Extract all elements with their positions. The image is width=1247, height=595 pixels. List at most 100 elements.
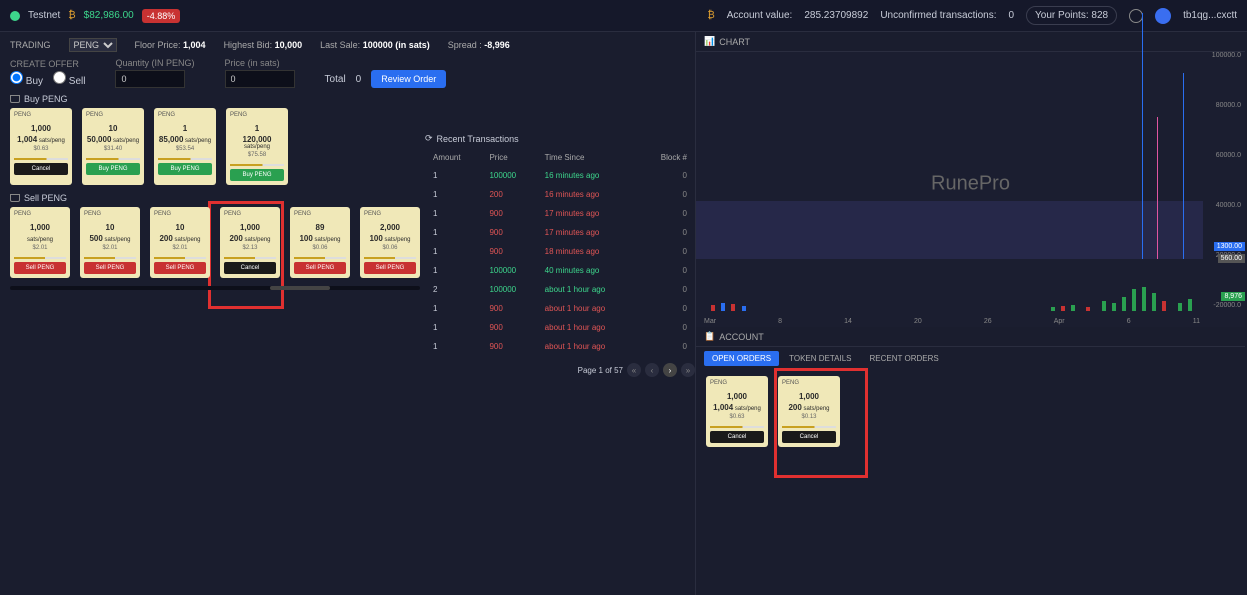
card-action-button[interactable]: Cancel (710, 431, 764, 443)
card-rate: 1,004 sats/peng (14, 135, 68, 144)
card-action-button[interactable]: Sell PENG (84, 262, 136, 274)
card-usd: $2.01 (84, 245, 136, 251)
stats-row: TRADING PENG Floor Price: 1,004 Highest … (10, 38, 685, 52)
tx-row[interactable]: 1900about 1 hour ago0 (427, 319, 693, 336)
y-axis: 100000.080000.060000.040000.020000.0-200… (1212, 52, 1241, 309)
card-action-button[interactable]: Cancel (782, 431, 836, 443)
card-usd: $0.13 (782, 414, 836, 420)
trading-label: TRADING (10, 40, 51, 50)
buy-section-header: Buy PENG (10, 94, 685, 104)
card-usd: $75.58 (230, 152, 284, 158)
create-offer-label: CREATE OFFER (10, 59, 85, 69)
total-label: Total (325, 74, 346, 85)
balance: $82,986.00 (84, 10, 134, 21)
card-ticker: PENG (710, 380, 764, 386)
account-header: 📋 ACCOUNT (696, 327, 1245, 347)
chart-area[interactable]: RunePro 100000.080000.060000.040000.0200… (696, 52, 1245, 327)
card-ticker: PENG (154, 211, 206, 217)
network-label: Testnet (28, 10, 60, 21)
card-ticker: PENG (14, 112, 68, 118)
tx-row[interactable]: 120016 minutes ago0 (427, 186, 693, 203)
page-last-button[interactable]: » (681, 363, 695, 377)
tx-row[interactable]: 2100000about 1 hour ago0 (427, 281, 693, 298)
review-order-button[interactable]: Review Order (371, 70, 446, 88)
sell-scrollbar[interactable] (10, 286, 420, 290)
volume-bar (731, 304, 735, 311)
account-value-label: Account value: (727, 10, 793, 21)
page-first-button[interactable]: « (627, 363, 641, 377)
avatar-icon[interactable] (1155, 8, 1171, 24)
card-amount: 10 (154, 223, 206, 232)
card-action-button[interactable]: Sell PENG (154, 262, 206, 274)
card-action-button[interactable]: Buy PENG (230, 169, 284, 181)
card-action-button[interactable]: Cancel (224, 262, 276, 274)
volume-bar (1102, 301, 1106, 311)
volume-bar (1061, 306, 1065, 311)
order-card: PENG 1,000 sats/peng $2.01 Sell PENG (10, 207, 70, 278)
card-rate: 120,000 sats/peng (230, 135, 284, 150)
volume-bar (1051, 307, 1055, 311)
buy-radio[interactable]: Buy (10, 71, 43, 87)
volume-bar (1142, 287, 1146, 311)
recent-transactions-panel: ⟳ Recent Transactions Amount Price Time … (425, 127, 695, 377)
wallet-address[interactable]: tb1qg...cxctt (1183, 10, 1237, 21)
chart-header: 📊 CHART (696, 32, 1245, 52)
card-usd: $53.54 (158, 146, 212, 152)
card-action-button[interactable]: Cancel (14, 163, 68, 175)
points-pill[interactable]: Your Points: 828 (1026, 6, 1117, 25)
order-card: PENG 10 500 sats/peng $2.01 Sell PENG (80, 207, 140, 278)
card-amount: 1 (158, 124, 212, 133)
globe-icon[interactable] (1129, 9, 1143, 23)
card-bar (14, 158, 68, 160)
card-action-button[interactable]: Sell PENG (14, 262, 66, 274)
tab-token-details[interactable]: TOKEN DETAILS (781, 351, 859, 366)
card-ticker: PENG (224, 211, 276, 217)
tx-row[interactable]: 1900about 1 hour ago0 (427, 300, 693, 317)
price-spike (1157, 117, 1158, 259)
page-next-button[interactable]: › (663, 363, 677, 377)
page-prev-button[interactable]: ‹ (645, 363, 659, 377)
price-tag-gray: 560.00 (1218, 254, 1245, 263)
order-card: PENG 1,000 1,004 sats/peng $0.63 Cancel (10, 108, 72, 185)
volume-bar (1132, 289, 1136, 311)
order-card: PENG 1,000 200 sats/peng $2.13 Cancel (220, 207, 280, 278)
tx-row[interactable]: 190018 minutes ago0 (427, 243, 693, 260)
price-tag-green: 8,976 (1221, 292, 1245, 301)
clock-icon: ⟳ (425, 133, 433, 144)
account-value: 285.23709892 (804, 10, 868, 21)
tx-row[interactable]: 110000016 minutes ago0 (427, 167, 693, 184)
card-bar (14, 257, 66, 259)
quantity-input[interactable] (115, 70, 185, 88)
price-input[interactable] (225, 70, 295, 88)
card-usd: $0.63 (710, 414, 764, 420)
card-action-button[interactable]: Sell PENG (364, 262, 416, 274)
card-bar (224, 257, 276, 259)
card-action-button[interactable]: Buy PENG (86, 163, 140, 175)
account-tabs: OPEN ORDERS TOKEN DETAILS RECENT ORDERS (696, 347, 1245, 370)
tab-open-orders[interactable]: OPEN ORDERS (704, 351, 779, 366)
volume-bar (1071, 305, 1075, 311)
sell-radio[interactable]: Sell (53, 71, 85, 87)
card-rate: sats/peng (14, 234, 66, 243)
card-bar (230, 164, 284, 166)
card-bar (782, 426, 836, 428)
trading-pane: TRADING PENG Floor Price: 1,004 Highest … (0, 32, 695, 595)
card-usd: $0.63 (14, 146, 68, 152)
card-amount: 1,000 (782, 392, 836, 401)
tx-row[interactable]: 190017 minutes ago0 (427, 205, 693, 222)
tab-recent-orders[interactable]: RECENT ORDERS (862, 351, 947, 366)
card-bar (710, 426, 764, 428)
tx-row[interactable]: 1900about 1 hour ago0 (427, 338, 693, 355)
volume-bar (1112, 303, 1116, 311)
card-ticker: PENG (782, 380, 836, 386)
token-select[interactable]: PENG (69, 38, 117, 52)
order-card: PENG 1 85,000 sats/peng $53.54 Buy PENG (154, 108, 216, 185)
tx-row[interactable]: 110000040 minutes ago0 (427, 262, 693, 279)
card-action-button[interactable]: Sell PENG (294, 262, 346, 274)
order-card: PENG 2,000 100 sats/peng $0.06 Sell PENG (360, 207, 420, 278)
tx-row[interactable]: 190017 minutes ago0 (427, 224, 693, 241)
volume-bar (1188, 299, 1192, 311)
chart-band (696, 201, 1203, 259)
card-action-button[interactable]: Buy PENG (158, 163, 212, 175)
volume-bar (721, 303, 725, 311)
